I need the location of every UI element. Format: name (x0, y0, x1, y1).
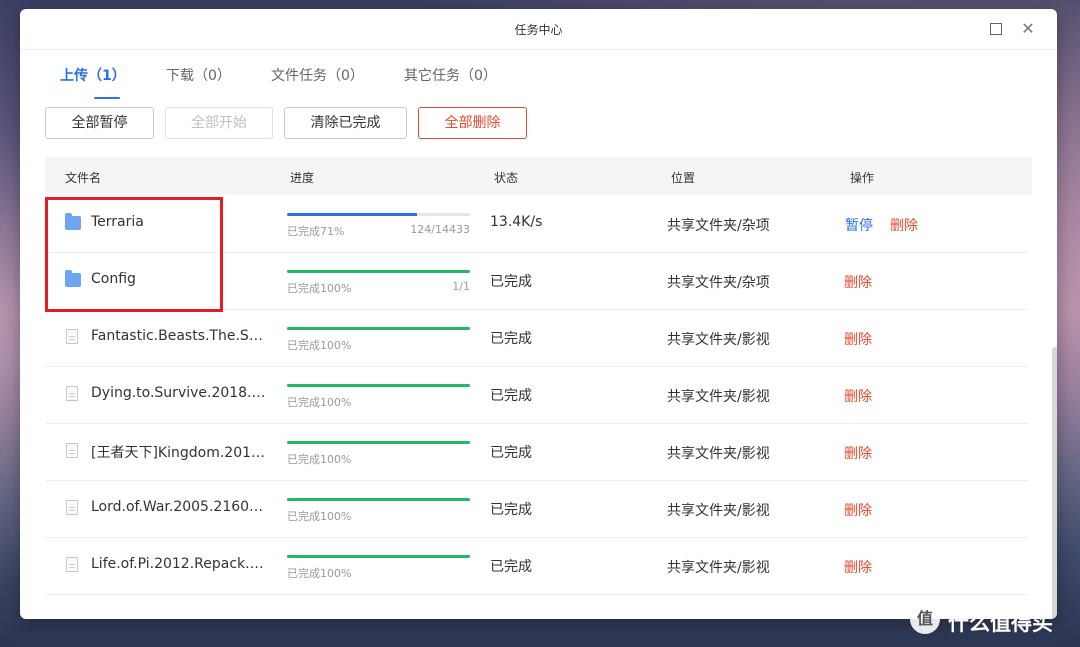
table-row[interactable]: [王者天下]Kingdom.2019.... 已完成100% 已完成 共享文件夹/影视… (45, 423, 1028, 481)
progress-bar (287, 270, 470, 273)
table-header: 文件名 进度 状态 位置 操作 (45, 157, 1032, 195)
file-icon (66, 443, 78, 458)
delete-all-button[interactable]: 全部删除 (418, 107, 527, 139)
column-header-location[interactable]: 位置 (671, 169, 695, 186)
file-icon (66, 500, 78, 515)
file-name: Config (91, 271, 136, 287)
progress-label: 已完成100% (287, 396, 352, 409)
progress-bar (287, 327, 470, 330)
progress-fill (287, 441, 470, 444)
task-center-window: 任务中心 ✕ 上传（1） 下载（0） 文件任务（0） 其它任务（0） 全部暂停 … (20, 9, 1057, 619)
table-row[interactable]: Config 已完成100% 1/1 已完成 共享文件夹/杂项 删除 (45, 252, 1028, 310)
location-text: 共享文件夹/杂项 (667, 218, 770, 234)
progress-label: 已完成100% (287, 567, 352, 580)
delete-button[interactable]: 删除 (844, 329, 872, 349)
file-name: Lord.of.War.2005.2160p.... (91, 499, 266, 515)
window-title: 任务中心 (514, 23, 563, 37)
file-name: [王者天下]Kingdom.2019.... (91, 445, 266, 461)
file-icon (66, 329, 78, 344)
file-name: Dying.to.Survive.2018.21... (91, 385, 266, 401)
status-text: 13.4K/s (490, 214, 543, 230)
progress-bar (287, 213, 470, 216)
table-row[interactable]: Lord.of.War.2005.2160p.... 已完成100% 已完成 共享文件… (45, 480, 1028, 538)
delete-button[interactable]: 删除 (844, 386, 872, 406)
location-text: 共享文件夹/影视 (667, 446, 770, 462)
pause-all-button[interactable]: 全部暂停 (45, 107, 154, 139)
maximize-icon[interactable] (986, 19, 1006, 39)
pause-button[interactable]: 暂停 (845, 215, 873, 235)
delete-button[interactable]: 删除 (844, 557, 872, 577)
status-text: 已完成 (490, 559, 532, 575)
location-text: 共享文件夹/影视 (667, 332, 770, 348)
clear-completed-button[interactable]: 清除已完成 (284, 107, 407, 139)
status-text: 已完成 (490, 331, 532, 347)
location-text: 共享文件夹/影视 (667, 560, 770, 576)
progress-bar (287, 441, 470, 444)
status-text: 已完成 (490, 274, 532, 290)
tab-file-tasks[interactable]: 文件任务（0） (271, 65, 364, 85)
status-text: 已完成 (490, 388, 532, 404)
delete-button[interactable]: 删除 (844, 272, 872, 292)
folder-icon (65, 270, 81, 287)
close-icon[interactable]: ✕ (1018, 19, 1038, 39)
delete-button[interactable]: 删除 (844, 443, 872, 463)
file-icon (66, 557, 78, 572)
file-icon (66, 386, 78, 401)
progress-fill (287, 384, 470, 387)
progress-fill (287, 213, 417, 216)
progress-count: 1/1 (452, 280, 470, 293)
file-name: Fantastic.Beasts.The.Se... (91, 328, 266, 344)
title-bar: 任务中心 ✕ (20, 9, 1057, 50)
progress-bar (287, 384, 470, 387)
progress-label: 已完成100% (287, 282, 352, 295)
column-header-progress[interactable]: 进度 (290, 169, 314, 186)
progress-label: 已完成100% (287, 453, 352, 466)
delete-button[interactable]: 删除 (844, 500, 872, 520)
progress-label: 已完成100% (287, 510, 352, 523)
file-name: Life.of.Pi.2012.Repack.U... (91, 556, 266, 572)
tab-upload[interactable]: 上传（1） (60, 65, 126, 85)
watermark-text: 什么值得买 (948, 611, 1053, 635)
location-text: 共享文件夹/影视 (667, 503, 770, 519)
table-row[interactable]: Life.of.Pi.2012.Repack.U... 已完成100% 已完成 共享文… (45, 537, 1028, 595)
status-text: 已完成 (490, 445, 532, 461)
progress-fill (287, 270, 470, 273)
file-name: Terraria (91, 214, 144, 230)
status-text: 已完成 (490, 502, 532, 518)
location-text: 共享文件夹/影视 (667, 389, 770, 405)
progress-count: 124/14433 (410, 223, 470, 236)
progress-label: 已完成100% (287, 339, 352, 352)
progress-bar (287, 498, 470, 501)
delete-button[interactable]: 删除 (890, 215, 918, 235)
table-row[interactable]: Terraria 已完成71% 124/14433 13.4K/s 共享文件夹/杂项 暂停… (45, 195, 1028, 253)
active-tab-indicator (94, 97, 120, 99)
column-header-name[interactable]: 文件名 (65, 169, 101, 186)
start-all-button[interactable]: 全部开始 (165, 107, 273, 139)
progress-fill (287, 498, 470, 501)
scrollbar[interactable] (1052, 347, 1057, 619)
progress-bar (287, 555, 470, 558)
location-text: 共享文件夹/杂项 (667, 275, 770, 291)
progress-fill (287, 327, 470, 330)
tab-other-tasks[interactable]: 其它任务（0） (404, 65, 497, 85)
tab-download[interactable]: 下载（0） (166, 65, 231, 85)
column-header-actions: 操作 (850, 171, 875, 185)
progress-label: 已完成71% (287, 225, 345, 238)
table-row[interactable]: Fantastic.Beasts.The.Se... 已完成100% 已完成 共享文件… (45, 309, 1028, 367)
table-row[interactable]: Dying.to.Survive.2018.21... 已完成100% 已完成 共享文… (45, 366, 1028, 424)
watermark-logo: 值 (910, 604, 940, 634)
column-header-status[interactable]: 状态 (494, 169, 518, 186)
folder-icon (65, 213, 81, 230)
progress-fill (287, 555, 470, 558)
